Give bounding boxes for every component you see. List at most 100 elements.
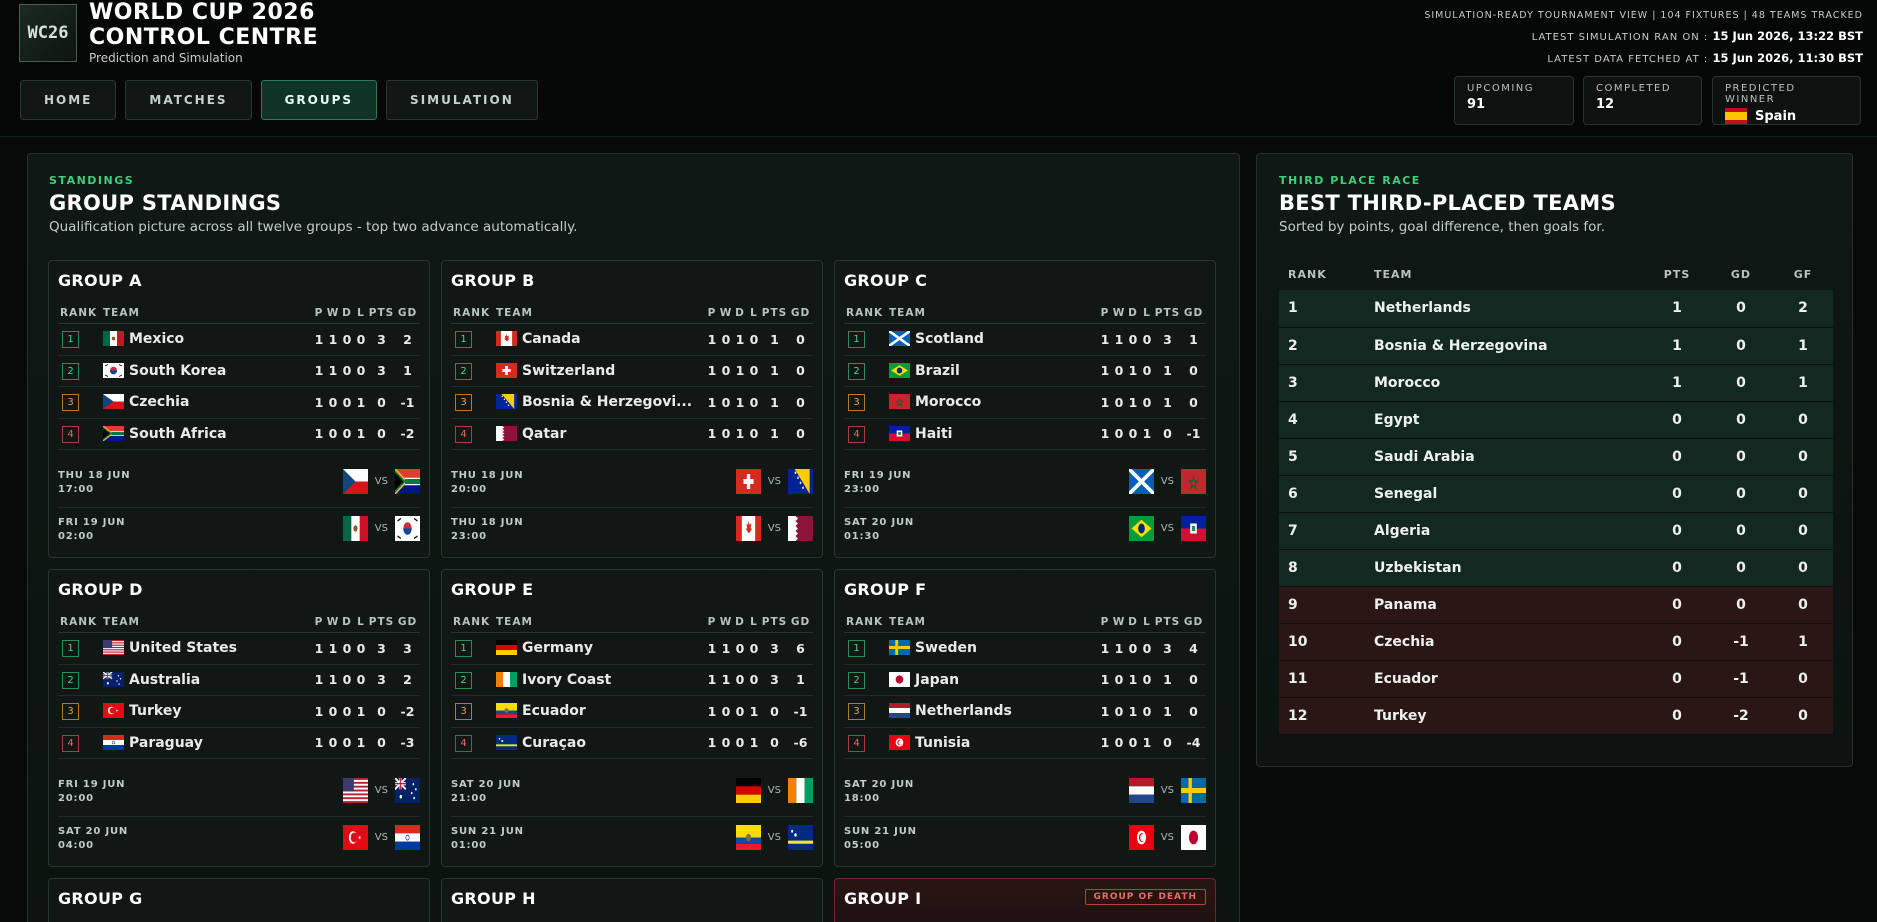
group-card[interactable]: GROUP I GROUP OF DEATH	[834, 878, 1216, 922]
table-row[interactable]: 1 Scotland 1 1 0 0 3 1	[844, 323, 1206, 356]
rank-badge: 4	[848, 425, 865, 443]
nav-home[interactable]: HOME	[20, 80, 117, 120]
col-d: D	[733, 304, 747, 324]
fixture-teams: VS	[735, 778, 813, 803]
group-name: GROUP E	[451, 580, 534, 599]
table-row[interactable]: 4 Curaçao 1 0 0 1 0 -6	[451, 727, 813, 759]
fixture-row[interactable]: SAT 20 JUN 01:30 VS	[844, 507, 1206, 552]
table-row[interactable]: 1 United States 1 1 0 0 3 3	[58, 632, 420, 665]
table-row[interactable]: 4 Qatar 1 0 1 0 1 0	[451, 418, 813, 450]
table-row[interactable]: 6 Senegal 0 0 0	[1279, 475, 1833, 513]
flag-de-icon	[496, 640, 517, 656]
table-row[interactable]: 2 Bosnia & Herzegovina 1 0 1	[1279, 327, 1833, 365]
table-row[interactable]: 4 Paraguay 1 0 0 1 0 -3	[58, 727, 420, 759]
table-row[interactable]: 11 Ecuador 0 -1 0	[1279, 660, 1833, 698]
fixture-row[interactable]: SAT 20 JUN 04:00 VS	[58, 816, 420, 861]
third-rank: 4	[1279, 401, 1365, 439]
table-row[interactable]: 3 Morocco 1 0 1	[1279, 364, 1833, 402]
col-w: W	[1112, 613, 1126, 633]
stat-p: 1	[312, 664, 326, 696]
table-row[interactable]: 1 Netherlands 1 0 2	[1279, 290, 1833, 328]
table-row[interactable]: 10 Czechia 0 -1 1	[1279, 623, 1833, 661]
table-row[interactable]: 1 Germany 1 1 0 0 3 6	[451, 632, 813, 665]
col-rank: RANK	[844, 613, 889, 633]
table-row[interactable]: 2 Australia 1 1 0 0 3 2	[58, 664, 420, 696]
stat-p: 1	[312, 418, 326, 450]
fixture-row[interactable]: THU 18 JUN 23:00 VS	[451, 507, 813, 552]
group-card[interactable]: GROUP F RANK TEAM P W D L PTS GD 1 Sweden 1 1 0 0 3 4 2 Ja…	[834, 569, 1216, 867]
standings-subtitle: Qualification picture across all twelve …	[49, 219, 578, 235]
col-l: L	[1140, 613, 1154, 633]
rank-cell: 2	[58, 664, 103, 696]
stat-pts: 3	[761, 632, 788, 665]
vs-label: VS	[374, 523, 388, 534]
table-row[interactable]: 2 Ivory Coast 1 1 0 0 3 1	[451, 664, 813, 696]
fixture-row[interactable]: THU 18 JUN 20:00 VS	[451, 461, 813, 506]
table-row[interactable]: 8 Uzbekistan 0 0 0	[1279, 549, 1833, 587]
table-row[interactable]: 3 Netherlands 1 0 1 0 1 0	[844, 695, 1206, 728]
table-row[interactable]: 3 Czechia 1 0 0 1 0 -1	[58, 386, 420, 419]
fixture-teams: VS	[1128, 469, 1206, 494]
third-pts: 0	[1645, 512, 1709, 550]
nav-groups[interactable]: GROUPS	[260, 80, 378, 120]
table-row[interactable]: 2 Switzerland 1 0 1 0 1 0	[451, 355, 813, 387]
table-row[interactable]: 2 Japan 1 0 1 0 1 0	[844, 664, 1206, 696]
table-row[interactable]: 1 Mexico 1 1 0 0 3 2	[58, 323, 420, 356]
table-row[interactable]: 3 Morocco 1 0 1 0 1 0	[844, 386, 1206, 419]
third-team: Morocco	[1365, 364, 1645, 402]
fixture-row[interactable]: SAT 20 JUN 21:00 VS	[451, 770, 813, 815]
group-card[interactable]: GROUP D RANK TEAM P W D L PTS GD 1 United States 1 1…	[48, 569, 430, 867]
rank-cell: 4	[58, 727, 103, 759]
group-card[interactable]: GROUP B RANK TEAM P W D L PTS GD 1 Canada 1 0 1 0 1 0 2 Sw…	[441, 260, 823, 558]
table-row[interactable]: 2 Brazil 1 0 1 0 1 0	[844, 355, 1206, 387]
rank-cell: 3	[58, 695, 103, 728]
fixture-row[interactable]: THU 18 JUN 17:00 VS	[58, 461, 420, 506]
third-gd: 0	[1709, 475, 1773, 513]
stat-gd: 1	[788, 664, 813, 696]
group-card[interactable]: GROUP C RANK TEAM P W D L PTS GD 1 Scotland 1 1 0 0 3 1 2…	[834, 260, 1216, 558]
table-row[interactable]: 1 Canada 1 0 1 0 1 0	[451, 323, 813, 356]
third-rank: 1	[1279, 290, 1365, 328]
fixture-row[interactable]: FRI 19 JUN 20:00 VS	[58, 770, 420, 815]
stat-pts: 0	[761, 727, 788, 759]
third-pts: 0	[1645, 401, 1709, 439]
flag-br-icon	[1128, 516, 1154, 541]
third-rank: 12	[1279, 697, 1365, 735]
fixture-row[interactable]: SAT 20 JUN 18:00 VS	[844, 770, 1206, 815]
group-card[interactable]: GROUP A RANK TEAM P W D L PTS GD 1 Mexico 1 1 0 0 3 2 2 So…	[48, 260, 430, 558]
table-row[interactable]: 4 South Africa 1 0 0 1 0 -2	[58, 418, 420, 450]
third-team: Czechia	[1365, 623, 1645, 661]
team-name: Bosnia & Herzegovi...	[522, 394, 693, 411]
fixture-row[interactable]: SUN 21 JUN 05:00 VS	[844, 816, 1206, 861]
table-row[interactable]: 9 Panama 0 0 0	[1279, 586, 1833, 624]
table-row[interactable]: 4 Tunisia 1 0 0 1 0 -4	[844, 727, 1206, 759]
col-rank: RANK	[58, 304, 103, 324]
group-card[interactable]: GROUP G	[48, 878, 430, 922]
stat-winner-value: Spain	[1755, 108, 1797, 124]
fixture-row[interactable]: SUN 21 JUN 01:00 VS	[451, 816, 813, 861]
col-rank: RANK	[451, 613, 496, 633]
table-row[interactable]: 3 Bosnia & Herzegovi... 1 0 1 0 1 0	[451, 386, 813, 419]
stat-gd: -2	[395, 695, 420, 728]
stat-pts: 1	[761, 323, 788, 356]
table-row[interactable]: 1 Sweden 1 1 0 0 3 4	[844, 632, 1206, 665]
group-card[interactable]: GROUP E RANK TEAM P W D L PTS GD 1 Germany 1 1 0 0 3 6 2 I…	[441, 569, 823, 867]
nav-simulation[interactable]: SIMULATION	[386, 80, 538, 120]
rank-cell: 3	[451, 386, 496, 419]
stat-d: 0	[733, 695, 747, 728]
table-row[interactable]: 2 South Korea 1 1 0 0 3 1	[58, 355, 420, 387]
table-row[interactable]: 4 Haiti 1 0 0 1 0 -1	[844, 418, 1206, 450]
fixture-row[interactable]: FRI 19 JUN 23:00 VS	[844, 461, 1206, 506]
group-card[interactable]: GROUP H	[441, 878, 823, 922]
stat-upcoming-value: 91	[1467, 97, 1486, 112]
table-row[interactable]: 3 Turkey 1 0 0 1 0 -2	[58, 695, 420, 728]
nav-matches[interactable]: MATCHES	[125, 80, 252, 120]
wc26-logo[interactable]: WC26	[19, 4, 77, 62]
fixture-row[interactable]: FRI 19 JUN 02:00 VS	[58, 507, 420, 552]
table-row[interactable]: 3 Ecuador 1 0 0 1 0 -1	[451, 695, 813, 728]
table-row[interactable]: 7 Algeria 0 0 0	[1279, 512, 1833, 550]
table-row[interactable]: 4 Egypt 0 0 0	[1279, 401, 1833, 439]
table-row[interactable]: 5 Saudi Arabia 0 0 0	[1279, 438, 1833, 476]
table-row[interactable]: 12 Turkey 0 -2 0	[1279, 697, 1833, 735]
flag-ba-icon	[496, 394, 517, 410]
